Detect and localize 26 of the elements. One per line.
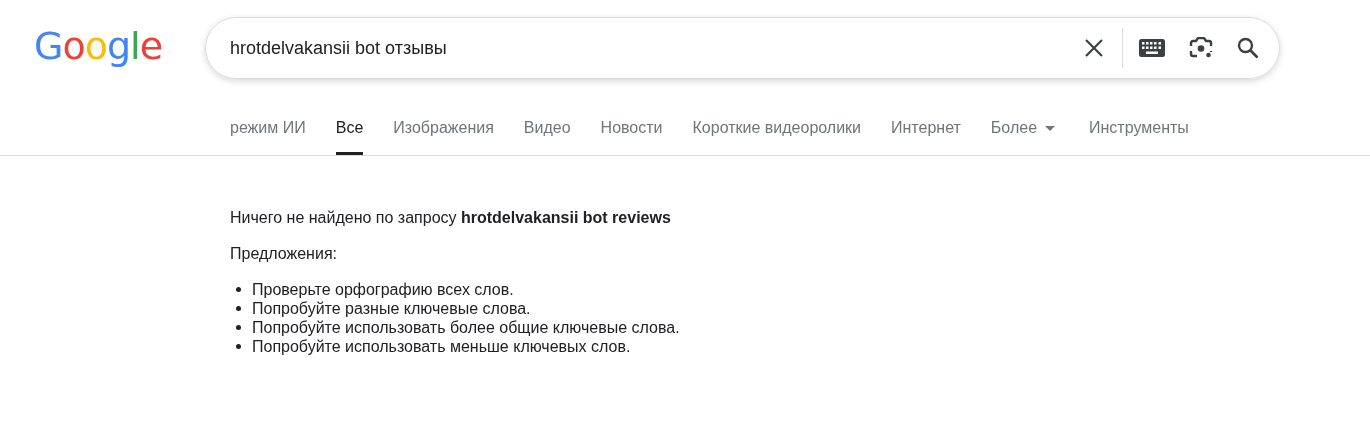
search-tab[interactable]: Все (335, 96, 364, 155)
search-tab[interactable]: Изображения (393, 96, 494, 155)
bullet-icon (236, 287, 241, 292)
bullet-icon (236, 344, 241, 349)
search-tab[interactable]: Интернет (891, 96, 961, 155)
search-tab[interactable]: Новости (600, 96, 663, 155)
more-menu[interactable]: Более (990, 96, 1056, 155)
suggestion-text: Проверьте орфографию всех слов. (252, 280, 514, 299)
search-tab[interactable]: Короткие видеоролики (692, 96, 862, 155)
search-icon[interactable] (1237, 37, 1259, 59)
suggestions-heading: Предложения: (230, 244, 338, 264)
bullet-icon (236, 306, 241, 311)
search-field[interactable]: hrotdelvakansii bot отзывы (230, 37, 1084, 59)
suggestion-text: Попробуйте использовать меньше ключевых слов. (252, 337, 631, 356)
caret-icon (1045, 125, 1056, 131)
bullet-icon (236, 325, 241, 330)
search-tab[interactable]: режим ИИ (230, 96, 306, 155)
search-tab[interactable]: Видео (523, 96, 571, 155)
close-icon[interactable] (1084, 38, 1104, 58)
suggestion-text: Попробуйте разные ключевые слова. (252, 299, 531, 318)
google-logo[interactable]: Google (34, 27, 205, 69)
camera-icon[interactable] (1189, 37, 1213, 59)
suggestion-text: Попробуйте использовать более общие ключевые слова. (252, 318, 680, 337)
keyboard-icon[interactable] (1139, 39, 1165, 57)
no-results-message: Ничего не найдено по запросу hrotdelvakansii bot reviews (230, 208, 672, 228)
tools-button[interactable]: Инструменты (1089, 96, 1189, 155)
